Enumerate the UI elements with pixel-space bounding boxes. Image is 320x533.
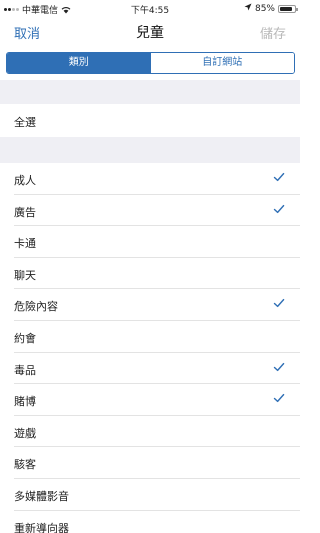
category-label: 成人 — [14, 174, 36, 187]
battery-icon — [278, 4, 298, 13]
category-label: 危險內容 — [14, 300, 58, 314]
checkmark-icon — [273, 203, 285, 215]
category-row[interactable]: 聊天 — [14, 258, 300, 290]
category-label: 廣告 — [14, 205, 36, 219]
category-row[interactable]: 卡通 — [14, 226, 300, 258]
status-right: 85% — [244, 3, 298, 14]
category-row[interactable]: 危險內容 — [14, 289, 300, 321]
section-separator — [0, 137, 300, 163]
category-row[interactable]: 成人 — [14, 163, 300, 195]
category-label: 聊天 — [14, 268, 36, 282]
battery-percent: 85% — [254, 3, 275, 14]
category-label: 多媒體影音 — [14, 489, 69, 503]
checkmark-icon — [273, 171, 285, 183]
category-list: 成人廣告卡通聊天危險內容約會毒品賭博遊戲駭客多媒體影音重新導向器 — [0, 163, 300, 533]
category-row[interactable]: 賭博 — [14, 384, 300, 416]
category-label: 重新導向器 — [14, 521, 69, 533]
checkmark-icon — [273, 361, 285, 373]
category-row[interactable]: 約會 — [14, 321, 300, 353]
category-row[interactable]: 毒品 — [14, 353, 300, 385]
category-row[interactable]: 廣告 — [14, 195, 300, 227]
navigation-bar: 取消 兒童 儲存 — [0, 16, 300, 46]
status-bar: 中華電信 下午4:55 85% — [0, 0, 300, 16]
section-separator — [0, 80, 300, 104]
category-label: 卡通 — [14, 237, 36, 251]
checkmark-icon — [273, 297, 285, 309]
category-label: 遊戲 — [14, 426, 36, 440]
category-row[interactable]: 重新導向器 — [14, 511, 300, 533]
category-label: 駭客 — [14, 458, 36, 472]
location-arrow-icon — [244, 3, 252, 14]
checkmark-icon — [273, 392, 285, 404]
page-title: 兒童 — [136, 25, 164, 41]
select-all-label: 全選 — [14, 116, 36, 129]
category-label: 約會 — [14, 331, 36, 345]
category-label: 賭博 — [14, 395, 36, 409]
category-row[interactable]: 多媒體影音 — [14, 479, 300, 511]
tab-categories[interactable]: 類別 — [7, 53, 151, 73]
category-label: 毒品 — [14, 363, 36, 377]
category-row[interactable]: 駭客 — [14, 447, 300, 479]
battery-fill — [280, 6, 292, 11]
save-button[interactable]: 儲存 — [260, 23, 286, 42]
tab-custom-sites[interactable]: 自訂網站 — [150, 53, 294, 73]
segmented-control: 類別 自訂網站 — [6, 52, 295, 74]
category-row[interactable]: 遊戲 — [14, 416, 300, 448]
select-all-row[interactable]: 全選 — [0, 104, 300, 137]
